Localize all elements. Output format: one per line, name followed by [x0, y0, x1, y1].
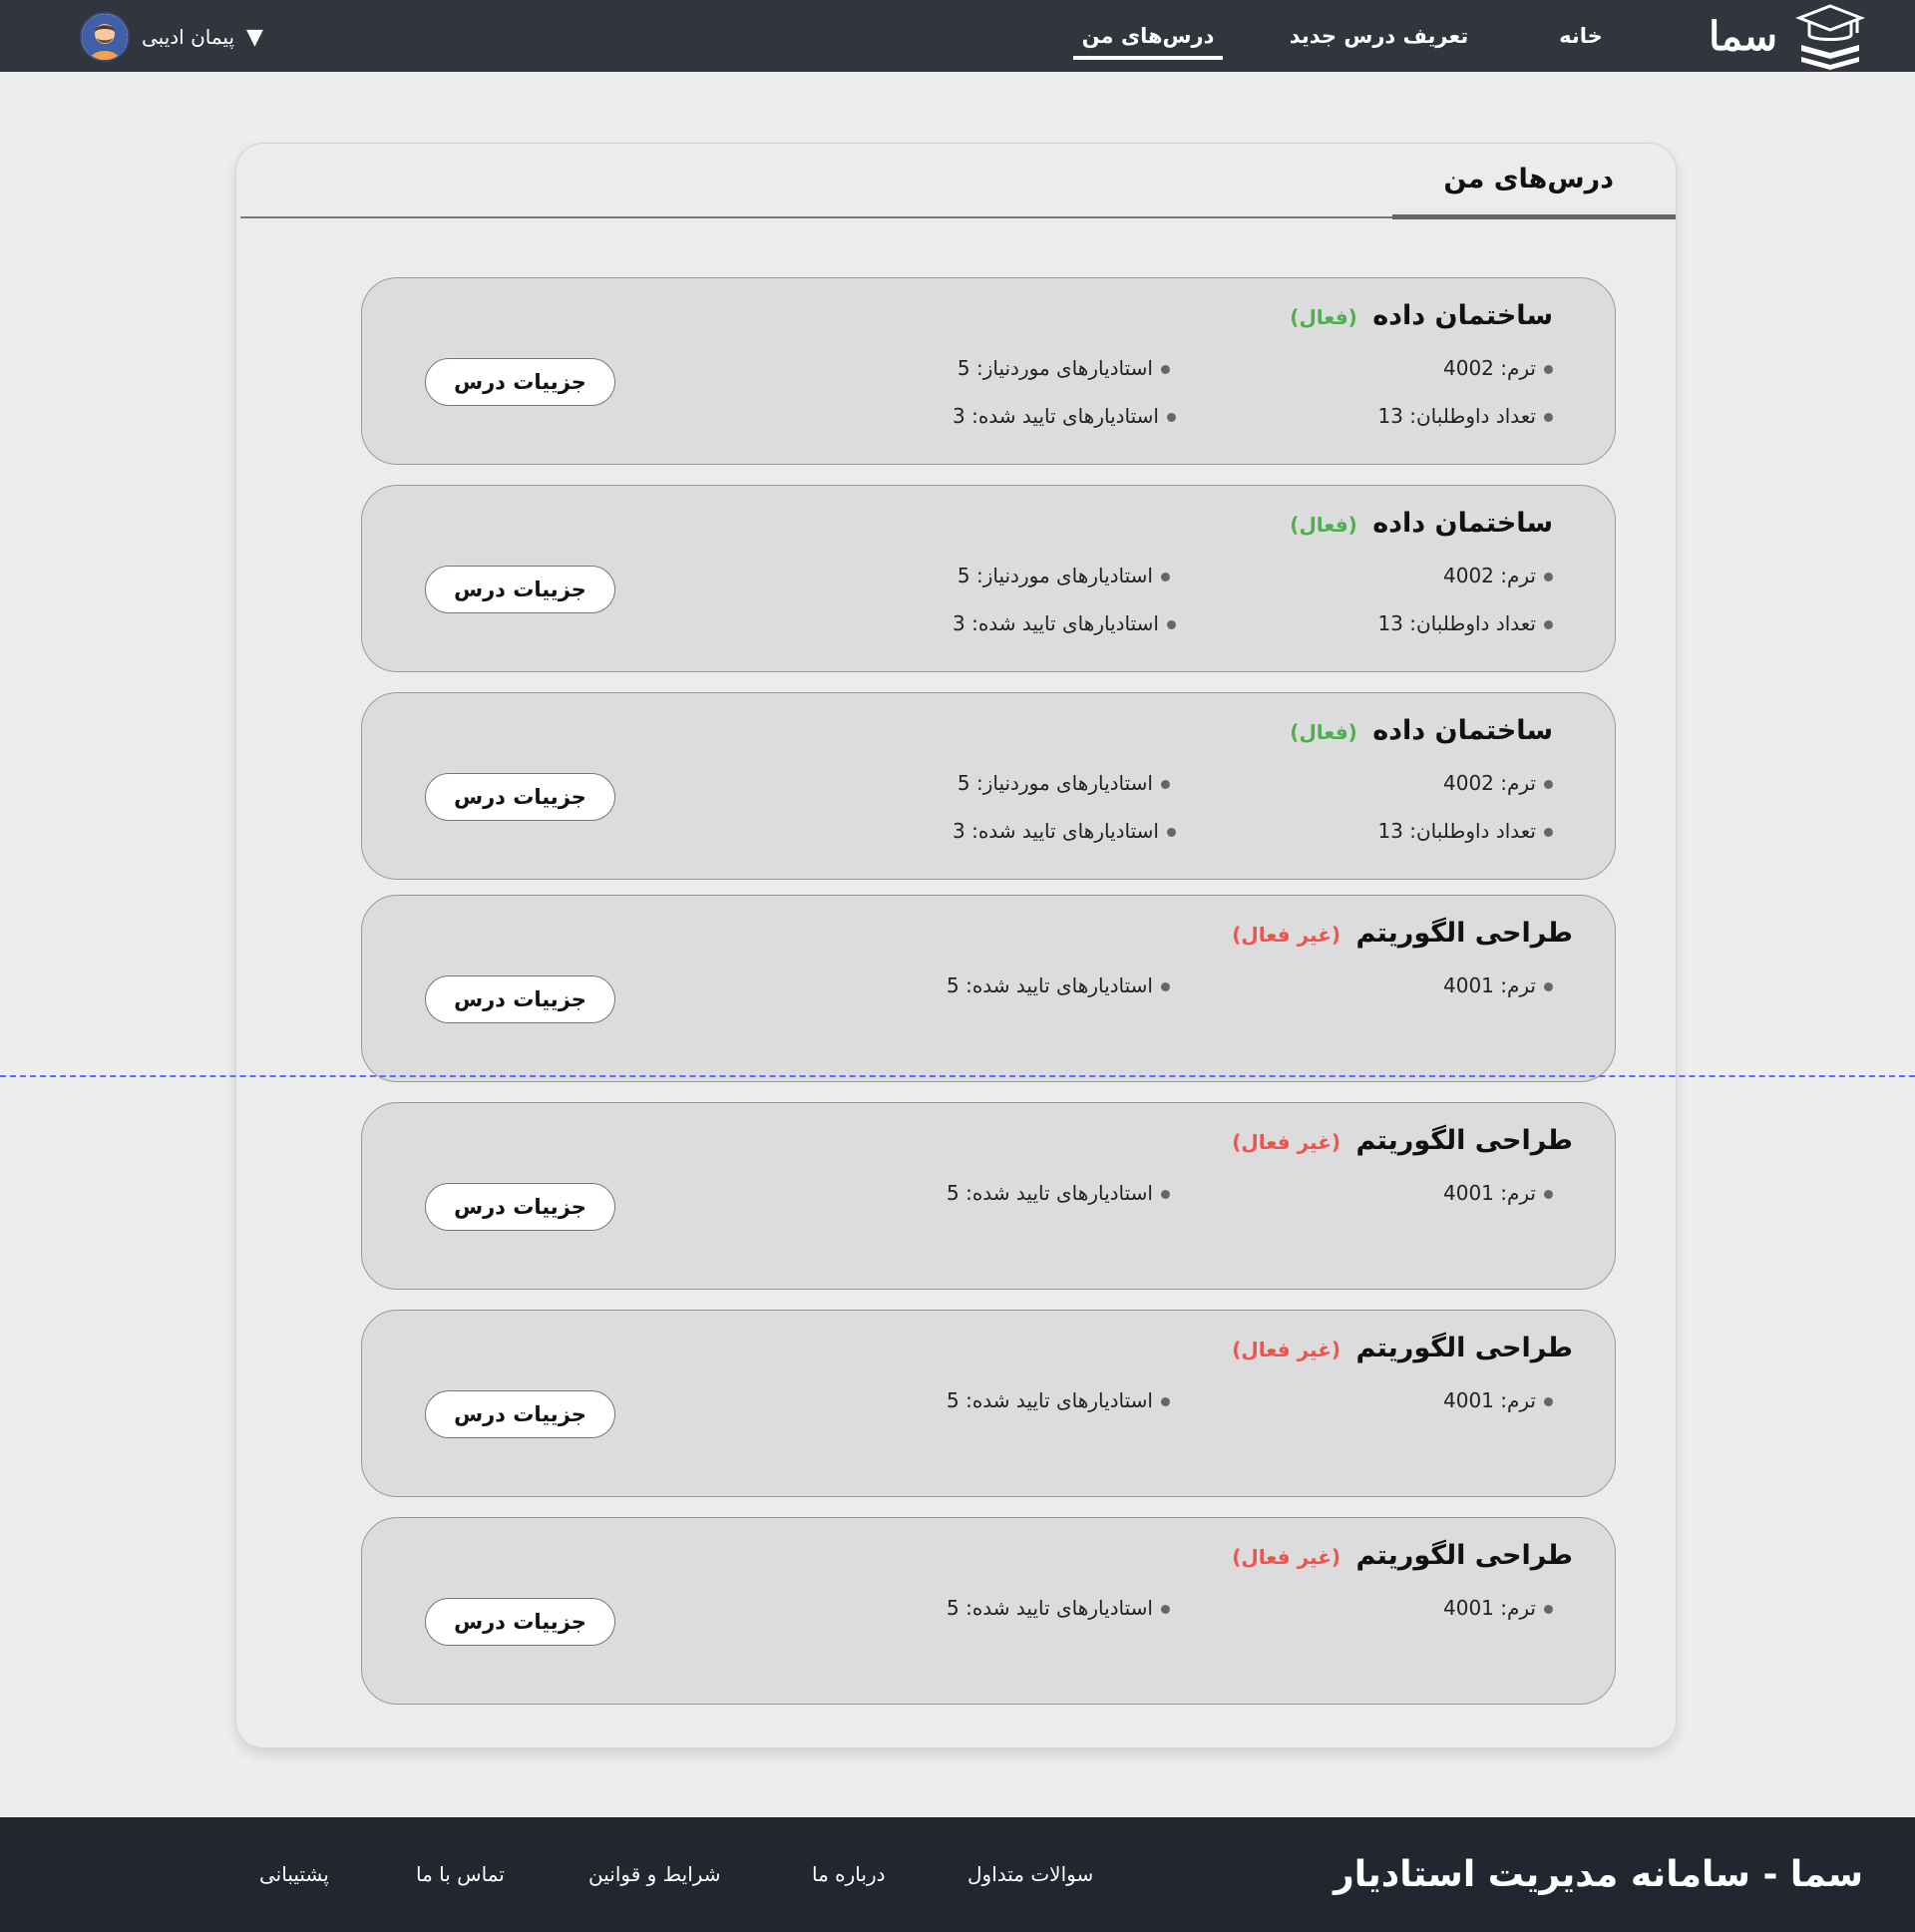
bullet-dot-icon — [1544, 413, 1553, 422]
course-card: ساختمان داده (فعال) ترم: 4002 استادیارها… — [361, 692, 1616, 880]
brand-name: سما — [1709, 12, 1779, 60]
course-volunteers: تعداد داوطلبان: 13 — [1377, 611, 1553, 635]
course-details-button[interactable]: جزییات درس — [425, 1390, 615, 1438]
brand[interactable]: سما — [1709, 0, 1865, 72]
course-term: ترم: 4002 — [1443, 356, 1553, 380]
course-details-button[interactable]: جزییات درس — [425, 975, 615, 1023]
course-status: (غیر فعال) — [1232, 1545, 1341, 1569]
bullet-dot-icon — [1544, 365, 1553, 374]
course-approved-assistants: استادیارهای تایید شده: 5 — [947, 1596, 1170, 1620]
course-term: ترم: 4001 — [1443, 1181, 1553, 1205]
top-navbar: سما خانه تعریف درس جدید درس‌های من پیمان… — [0, 0, 1915, 72]
course-card: طراحی الگوریتم (غیر فعال) ترم: 4001 استا… — [361, 1102, 1616, 1290]
nav-home[interactable]: خانه — [1551, 0, 1611, 72]
nav-my-courses[interactable]: درس‌های من — [1073, 0, 1223, 72]
course-card: ساختمان داده (فعال) ترم: 4002 استادیارها… — [361, 485, 1616, 672]
user-avatar-icon — [80, 12, 130, 62]
course-card: طراحی الگوریتم (غیر فعال) ترم: 4001 استا… — [361, 895, 1616, 1082]
course-title: ساختمان داده (فعال) — [1290, 715, 1553, 746]
user-menu[interactable]: پیمان ادیبی ▼ — [80, 12, 263, 62]
course-title: طراحی الگوریتم (غیر فعال) — [1232, 918, 1573, 949]
course-card: ساختمان داده (فعال) ترم: 4002 استادیارها… — [361, 277, 1616, 465]
footer-link-support[interactable]: پشتیبانی — [259, 1817, 329, 1932]
course-status: (غیر فعال) — [1232, 1130, 1341, 1154]
bullet-dot-icon — [1544, 1397, 1553, 1406]
footer-title: سما - سامانه مدیریت استادیار — [1333, 1854, 1863, 1895]
course-term: ترم: 4002 — [1443, 771, 1553, 795]
bullet-dot-icon — [1544, 828, 1553, 837]
course-name: طراحی الگوریتم — [1355, 1125, 1573, 1156]
course-approved-assistants: استادیارهای تایید شده: 3 — [953, 819, 1176, 843]
user-name: پیمان ادیبی — [142, 25, 235, 49]
bullet-dot-icon — [1161, 573, 1170, 581]
fold-guide-line — [0, 1075, 1915, 1077]
bullet-dot-icon — [1161, 780, 1170, 789]
bullet-dot-icon — [1544, 573, 1553, 581]
nav-new-course-placeholder — [721, 0, 1020, 72]
course-name: طراحی الگوریتم — [1355, 1540, 1573, 1571]
course-status: (غیر فعال) — [1232, 1338, 1341, 1361]
course-term: ترم: 4001 — [1443, 973, 1553, 997]
course-term: ترم: 4002 — [1443, 564, 1553, 587]
course-approved-assistants: استادیارهای تایید شده: 3 — [953, 611, 1176, 635]
footer-link-terms[interactable]: شرایط و قوانین — [588, 1817, 721, 1932]
nav-new-course[interactable]: تعریف درس جدید — [1287, 0, 1471, 72]
bullet-dot-icon — [1161, 365, 1170, 374]
course-approved-assistants: استادیارهای تایید شده: 5 — [947, 973, 1170, 997]
bullet-dot-icon — [1167, 413, 1176, 422]
course-required-assistants: استادیارهای موردنیاز: 5 — [958, 771, 1170, 795]
course-title: طراحی الگوریتم (غیر فعال) — [1232, 1540, 1573, 1571]
course-approved-assistants: استادیارهای تایید شده: 3 — [953, 404, 1176, 428]
course-details-button[interactable]: جزییات درس — [425, 566, 615, 613]
courses-panel: درس‌های من ساختمان داده (فعال) ترم: 4002… — [235, 143, 1677, 1748]
footer-link-contact[interactable]: تماس با ما — [416, 1817, 505, 1932]
bullet-dot-icon — [1544, 982, 1553, 991]
bullet-dot-icon — [1161, 1190, 1170, 1199]
course-name: طراحی الگوریتم — [1355, 918, 1573, 949]
bullet-dot-icon — [1167, 828, 1176, 837]
course-name: ساختمان داده — [1372, 508, 1553, 539]
bullet-dot-icon — [1544, 620, 1553, 629]
course-details-button[interactable]: جزییات درس — [425, 358, 615, 406]
course-title: ساختمان داده (فعال) — [1290, 300, 1553, 331]
course-approved-assistants: استادیارهای تایید شده: 5 — [947, 1181, 1170, 1205]
bullet-dot-icon — [1544, 1605, 1553, 1614]
course-status: (فعال) — [1290, 720, 1357, 744]
course-status: (فعال) — [1290, 513, 1357, 537]
course-name: طراحی الگوریتم — [1355, 1333, 1573, 1363]
course-card: طراحی الگوریتم (غیر فعال) ترم: 4001 استا… — [361, 1517, 1616, 1705]
course-term: ترم: 4001 — [1443, 1596, 1553, 1620]
footer-link-about[interactable]: درباره ما — [812, 1817, 886, 1932]
course-name: ساختمان داده — [1372, 715, 1553, 746]
course-term: ترم: 4001 — [1443, 1388, 1553, 1412]
bullet-dot-icon — [1161, 1397, 1170, 1406]
course-volunteers: تعداد داوطلبان: 13 — [1377, 404, 1553, 428]
course-title: طراحی الگوریتم (غیر فعال) — [1232, 1333, 1573, 1363]
course-volunteers: تعداد داوطلبان: 13 — [1377, 819, 1553, 843]
course-required-assistants: استادیارهای موردنیاز: 5 — [958, 356, 1170, 380]
graduation-cap-logo-icon — [1795, 0, 1865, 72]
course-details-button[interactable]: جزییات درس — [425, 1183, 615, 1231]
bullet-dot-icon — [1544, 1190, 1553, 1199]
footer-link-faq[interactable]: سوالات متداول — [967, 1817, 1093, 1932]
bullet-dot-icon — [1161, 1605, 1170, 1614]
course-required-assistants: استادیارهای موردنیاز: 5 — [958, 564, 1170, 587]
bullet-dot-icon — [1161, 982, 1170, 991]
bullet-dot-icon — [1167, 620, 1176, 629]
course-status: (فعال) — [1290, 305, 1357, 329]
panel-tab-underline — [1392, 214, 1676, 219]
course-title: ساختمان داده (فعال) — [1290, 508, 1553, 539]
course-status: (غیر فعال) — [1232, 923, 1341, 947]
course-details-button[interactable]: جزییات درس — [425, 773, 615, 821]
course-details-button[interactable]: جزییات درس — [425, 1598, 615, 1646]
course-title: طراحی الگوریتم (غیر فعال) — [1232, 1125, 1573, 1156]
footer: سما - سامانه مدیریت استادیار سوالات متدا… — [0, 1817, 1915, 1932]
course-approved-assistants: استادیارهای تایید شده: 5 — [947, 1388, 1170, 1412]
bullet-dot-icon — [1544, 780, 1553, 789]
course-card: طراحی الگوریتم (غیر فعال) ترم: 4001 استا… — [361, 1310, 1616, 1497]
caret-down-icon[interactable]: ▼ — [246, 25, 263, 50]
course-name: ساختمان داده — [1372, 300, 1553, 331]
panel-title: درس‌های من — [1443, 164, 1614, 194]
